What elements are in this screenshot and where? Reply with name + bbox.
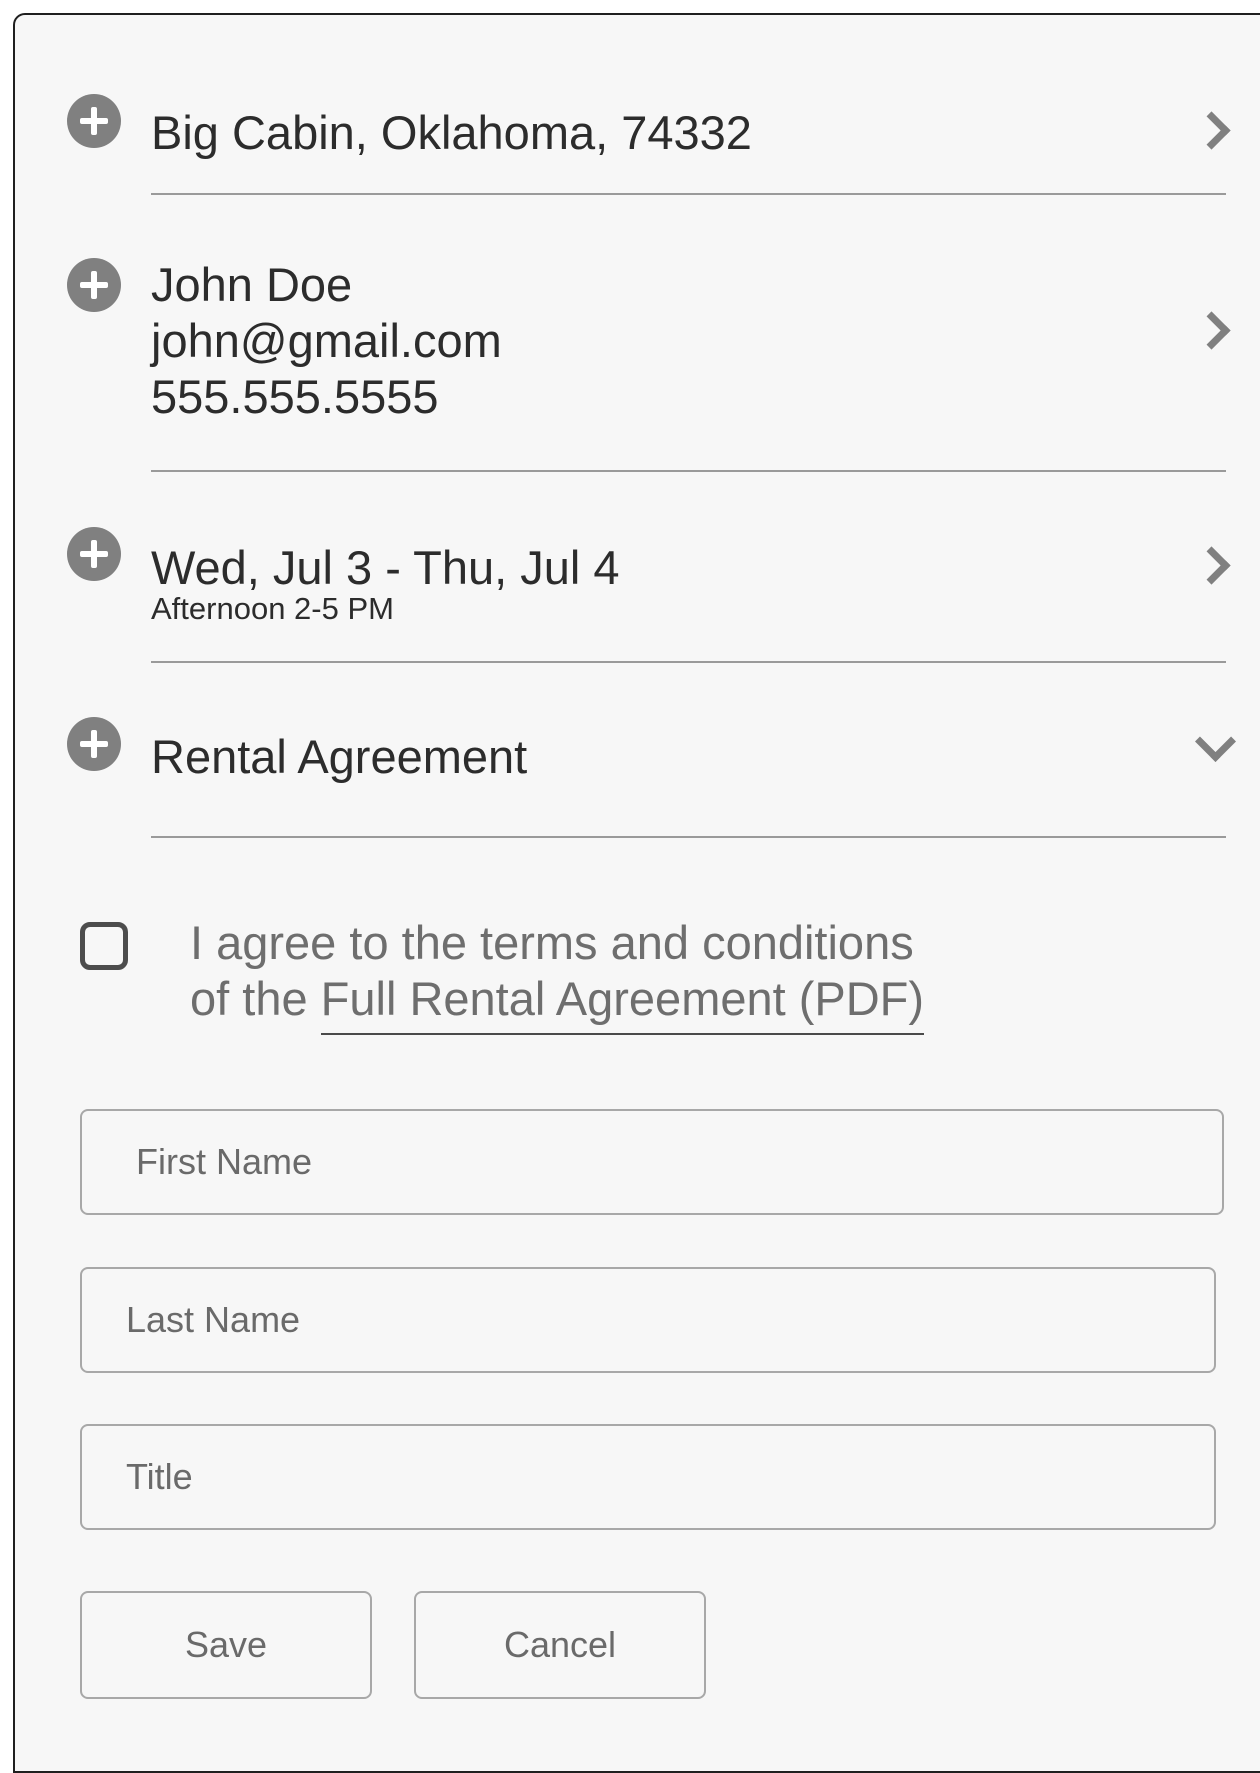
- title-field[interactable]: [80, 1424, 1216, 1530]
- terms-prefix: of the: [190, 972, 321, 1025]
- terms-line-1: I agree to the terms and conditions: [190, 916, 914, 969]
- plus-circle-icon[interactable]: [67, 258, 121, 312]
- save-button[interactable]: Save: [80, 1591, 372, 1699]
- contact-phone: 555.555.5555: [151, 370, 439, 423]
- rental-agreement-pdf-link[interactable]: Full Rental Agreement (PDF): [320, 972, 925, 1035]
- contact-details: John Doe john@gmail.com 555.555.5555: [151, 257, 502, 425]
- date-range: Wed, Jul 3 - Thu, Jul 4: [151, 541, 620, 594]
- plus-circle-icon[interactable]: [67, 527, 121, 581]
- terms-checkbox[interactable]: [80, 922, 128, 970]
- contact-name: John Doe: [151, 258, 353, 311]
- divider: [151, 470, 1226, 472]
- last-name-field[interactable]: [80, 1267, 1216, 1373]
- location-text: Big Cabin, Oklahoma, 74332: [151, 106, 752, 159]
- plus-circle-icon[interactable]: [67, 94, 121, 148]
- cancel-button[interactable]: Cancel: [414, 1591, 706, 1699]
- contact-email: john@gmail.com: [151, 314, 502, 367]
- chevron-down-icon[interactable]: [1194, 720, 1237, 763]
- booking-panel: Big Cabin, Oklahoma, 74332 John Doe john…: [13, 13, 1260, 1773]
- chevron-right-icon[interactable]: [1192, 311, 1231, 350]
- plus-circle-icon[interactable]: [67, 717, 121, 771]
- terms-line-2: of the Full Rental Agreement (PDF): [190, 971, 925, 1035]
- chevron-right-icon[interactable]: [1192, 546, 1231, 585]
- time-slot: Afternoon 2-5 PM: [151, 591, 394, 626]
- first-name-field[interactable]: [80, 1109, 1224, 1215]
- rental-agreement-title: Rental Agreement: [151, 730, 528, 783]
- divider: [151, 193, 1226, 195]
- divider: [151, 661, 1226, 663]
- chevron-right-icon[interactable]: [1192, 111, 1231, 150]
- terms-label: I agree to the terms and conditions of t…: [190, 915, 925, 1035]
- divider: [151, 836, 1226, 838]
